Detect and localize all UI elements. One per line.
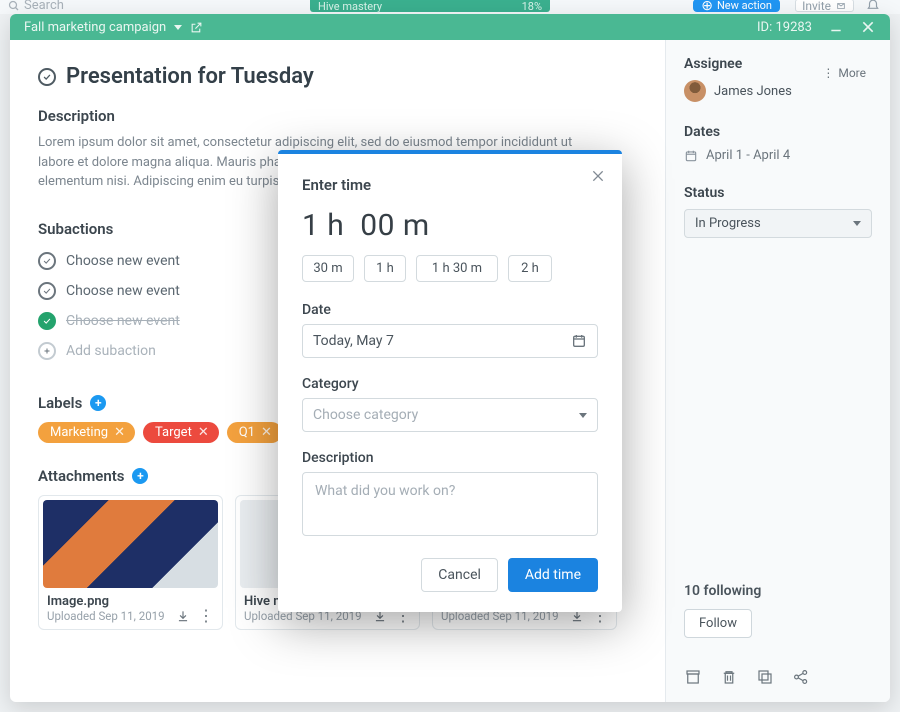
- subaction-checkbox[interactable]: [38, 252, 56, 270]
- preset-1h30m[interactable]: 1 h 30 m: [416, 255, 498, 282]
- mastery-percent: 18%: [522, 0, 542, 13]
- breadcrumb-caret-icon[interactable]: [174, 25, 182, 30]
- open-external-icon[interactable]: [190, 21, 203, 34]
- task-title[interactable]: Presentation for Tuesday: [66, 64, 314, 89]
- subaction-label: Choose new event: [66, 313, 180, 329]
- modal-title: Enter time: [302, 176, 598, 194]
- search-placeholder: Search: [24, 0, 64, 13]
- new-action-button[interactable]: ⊕ New action: [693, 0, 780, 12]
- calendar-icon: [571, 333, 587, 349]
- follow-button[interactable]: Follow: [684, 609, 752, 638]
- close-pane-icon[interactable]: [860, 19, 876, 35]
- description-heading: Description: [38, 107, 637, 125]
- add-subaction-label: Add subaction: [66, 343, 156, 359]
- following-count: 10 following: [684, 583, 872, 599]
- complete-toggle[interactable]: [38, 68, 56, 86]
- description-input[interactable]: [302, 472, 598, 536]
- calendar-icon: [684, 149, 698, 163]
- pane-header: Fall marketing campaign ID: 19283: [10, 14, 890, 40]
- download-icon[interactable]: [176, 609, 190, 623]
- archive-icon[interactable]: [684, 668, 702, 686]
- label-chip[interactable]: Target ✕: [143, 422, 219, 443]
- date-label: Date: [302, 302, 598, 318]
- add-label-button[interactable]: +: [90, 395, 106, 411]
- add-attachment-button[interactable]: +: [132, 468, 148, 484]
- chip-text: Q1: [239, 425, 255, 440]
- chip-remove-icon[interactable]: ✕: [261, 425, 272, 440]
- chip-remove-icon[interactable]: ✕: [198, 425, 209, 440]
- add-time-button[interactable]: Add time: [508, 558, 598, 592]
- chip-text: Marketing: [50, 425, 108, 440]
- mastery-label: Hive mastery: [318, 0, 382, 13]
- more-menu[interactable]: ⋮ More: [822, 66, 866, 80]
- enter-time-modal: Enter time 1 h 00 m 30 m 1 h 1 h 30 m 2 …: [278, 150, 622, 612]
- labels-heading: Labels: [38, 394, 82, 412]
- global-search[interactable]: Search: [8, 0, 64, 13]
- minimize-icon[interactable]: [828, 20, 844, 34]
- description-label: Description: [302, 450, 598, 466]
- attachment-name: Image.png: [43, 594, 218, 609]
- chip-text: Target: [155, 425, 192, 440]
- breadcrumb[interactable]: Fall marketing campaign: [24, 20, 166, 35]
- chip-remove-icon[interactable]: ✕: [114, 425, 125, 440]
- new-action-label: New action: [717, 0, 772, 12]
- attachment-meta: Uploaded Sep 11, 2019: [47, 609, 165, 623]
- assignee-name: James Jones: [714, 84, 792, 99]
- preset-30m[interactable]: 30 m: [302, 255, 354, 282]
- status-value: In Progress: [695, 216, 761, 231]
- task-action-icons: [684, 668, 872, 686]
- close-modal-icon[interactable]: [590, 168, 606, 184]
- preset-2h[interactable]: 2 h: [508, 255, 552, 282]
- mastery-banner: Hive mastery 18%: [310, 0, 550, 12]
- invite-button[interactable]: Invite: [795, 0, 854, 12]
- invite-label: Invite: [802, 0, 831, 13]
- notifications-icon[interactable]: [866, 0, 880, 13]
- date-value: Today, May 7: [313, 333, 394, 349]
- label-chip[interactable]: Marketing ✕: [38, 422, 135, 443]
- label-chip[interactable]: Q1 ✕: [227, 422, 282, 443]
- avatar: [684, 80, 706, 102]
- chevron-down-icon: [853, 221, 861, 226]
- subaction-checkbox[interactable]: [38, 282, 56, 300]
- attachment-thumb: [43, 500, 218, 588]
- attachment-card[interactable]: Image.pngUploaded Sep 11, 2019 ⋮: [38, 495, 223, 630]
- copy-icon[interactable]: [756, 668, 774, 686]
- subaction-label: Choose new event: [66, 253, 180, 269]
- time-presets: 30 m 1 h 1 h 30 m 2 h: [302, 255, 598, 282]
- share-icon[interactable]: [792, 668, 810, 686]
- category-select[interactable]: Choose category: [302, 398, 598, 432]
- more-label: More: [838, 66, 866, 80]
- subaction-label: Choose new event: [66, 283, 180, 299]
- attachment-more-icon[interactable]: ⋮: [198, 609, 214, 623]
- app-topbar: Search Hive mastery 18% ⊕ New action Inv…: [0, 0, 900, 14]
- task-sidebar: Assignee James Jones Dates April 1 - Apr…: [665, 40, 890, 702]
- time-minutes: 00 m: [360, 208, 429, 243]
- dates-value: April 1 - April 4: [706, 148, 790, 163]
- dates-value-row[interactable]: April 1 - April 4: [684, 148, 872, 163]
- category-placeholder: Choose category: [313, 407, 418, 423]
- cancel-button[interactable]: Cancel: [421, 558, 498, 592]
- time-display[interactable]: 1 h 00 m: [302, 208, 598, 243]
- date-field[interactable]: Today, May 7: [302, 324, 598, 358]
- trash-icon[interactable]: [720, 668, 738, 686]
- category-label: Category: [302, 376, 598, 392]
- attachments-heading: Attachments: [38, 467, 124, 485]
- preset-1h[interactable]: 1 h: [364, 255, 406, 282]
- status-select[interactable]: In Progress: [684, 209, 872, 238]
- add-subaction-icon: [38, 342, 56, 360]
- time-hours: 1 h: [302, 208, 344, 243]
- task-title-row: Presentation for Tuesday: [38, 64, 637, 89]
- task-id: ID: 19283: [757, 20, 812, 35]
- status-heading: Status: [684, 185, 872, 201]
- chevron-down-icon: [579, 413, 587, 418]
- subaction-checkbox[interactable]: [38, 312, 56, 330]
- dates-heading: Dates: [684, 124, 872, 140]
- assignee-row[interactable]: James Jones: [684, 80, 872, 102]
